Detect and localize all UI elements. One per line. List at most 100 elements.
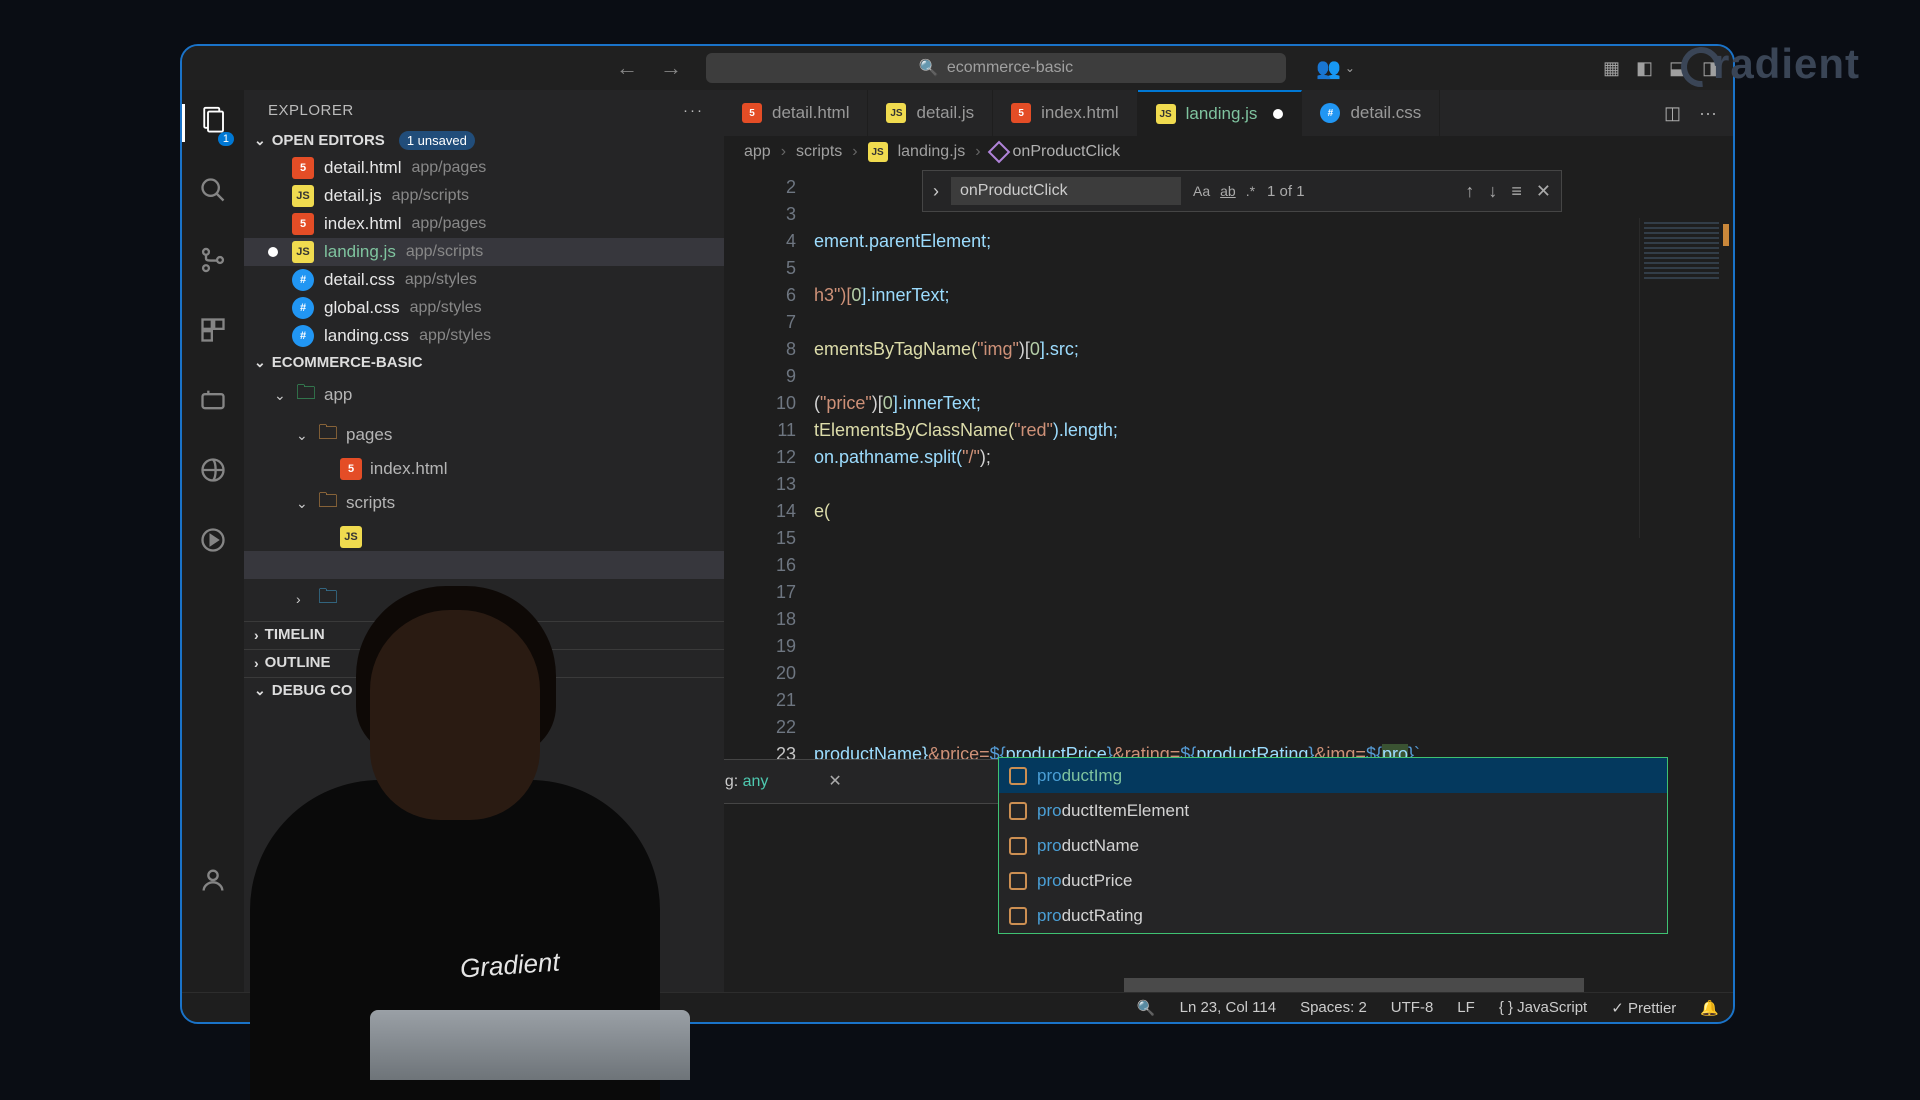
watermark-logo: radient [1681, 40, 1860, 88]
css-icon: # [292, 269, 314, 291]
symbol-variable-icon [1009, 767, 1027, 785]
search-activity-icon[interactable] [199, 176, 227, 212]
suggest-item[interactable]: productName [999, 828, 1667, 863]
tree-folder-pages[interactable]: ⌄🗀pages [244, 415, 724, 455]
bell-icon[interactable]: 🔔 [1700, 999, 1719, 1017]
account-icon[interactable] [199, 866, 227, 902]
main-area: 1 EXPLORER ··· ⌄ OPEN EDITORS 1 unsaved … [182, 90, 1733, 992]
next-match-icon[interactable]: ↓ [1488, 178, 1497, 205]
tab-detail-html[interactable]: 5detail.html [724, 90, 868, 136]
modified-dot-icon [1273, 109, 1283, 119]
suggest-widget[interactable]: productImg productItemElement productNam… [998, 757, 1668, 934]
close-icon[interactable]: ✕ [828, 768, 841, 795]
open-editor-item[interactable]: JSlanding.jsapp/scripts [244, 238, 724, 266]
outline-section[interactable]: ›OUTLINE [244, 650, 724, 675]
symbol-variable-icon [1009, 872, 1027, 890]
chevron-down-icon: ⌄ [254, 354, 266, 371]
close-icon[interactable]: ✕ [1536, 178, 1551, 205]
folder-icon: 🗀 [296, 378, 316, 412]
find-filter-icon[interactable]: ≡ [1511, 178, 1522, 205]
tree-folder-app[interactable]: ⌄🗀app [244, 375, 724, 415]
status-encoding[interactable]: UTF-8 [1391, 999, 1434, 1016]
html-icon: 5 [292, 157, 314, 179]
js-icon: JS [1156, 104, 1176, 124]
activity-bar: 1 [182, 90, 244, 992]
breadcrumb[interactable]: app› scripts› JS landing.js› onProductCl… [724, 136, 1733, 168]
unsaved-badge: 1 unsaved [399, 131, 475, 150]
tab-detail-css[interactable]: #detail.css [1302, 90, 1440, 136]
css-icon: # [292, 325, 314, 347]
vscode-window: ← → 🔍 ecommerce-basic 👥 ⌄ ▦ ◧ ⬓ ◨ 1 [180, 44, 1735, 1024]
symbol-variable-icon [1009, 802, 1027, 820]
chevron-right-icon[interactable]: › [933, 178, 939, 205]
extensions-icon[interactable] [199, 316, 227, 352]
js-icon: JS [886, 103, 906, 123]
tab-landing-js[interactable]: JSlanding.js [1138, 90, 1303, 136]
tab-index-html[interactable]: 5index.html [993, 90, 1137, 136]
js-icon: JS [292, 241, 314, 263]
js-icon: JS [340, 526, 362, 548]
tree-folder-hidden[interactable]: ›🗀 [244, 579, 724, 619]
explorer-icon[interactable]: 1 [198, 104, 228, 142]
activity-icon-5[interactable] [199, 386, 227, 422]
copilot-icon[interactable]: 👥 ⌄ [1316, 56, 1355, 81]
source-control-icon[interactable] [199, 246, 227, 282]
modified-dot-icon [268, 247, 278, 257]
nav-forward-icon[interactable]: → [660, 55, 682, 81]
open-editor-item[interactable]: #global.cssapp/styles [244, 294, 724, 322]
activity-icon-6[interactable] [199, 456, 227, 492]
suggest-item[interactable]: productPrice [999, 863, 1667, 898]
debug-console-section[interactable]: ⌄DEBUG CO [244, 678, 724, 703]
regex-icon[interactable]: .* [1246, 178, 1255, 205]
zoom-icon[interactable]: 🔍 [1137, 999, 1156, 1017]
command-search[interactable]: 🔍 ecommerce-basic [706, 53, 1286, 83]
match-case-icon[interactable]: Aa [1193, 178, 1210, 205]
open-editor-item[interactable]: #landing.cssapp/styles [244, 322, 724, 350]
tree-file-js[interactable]: JS [244, 523, 724, 551]
more-icon[interactable]: ··· [1699, 103, 1717, 124]
symbol-variable-icon [1009, 907, 1027, 925]
find-widget: › Aa ab .* 1 of 1 ↑ ↓ ≡ ✕ [922, 170, 1562, 212]
suggest-item[interactable]: productRating [999, 898, 1667, 933]
status-bar: 🔍 Ln 23, Col 114 Spaces: 2 UTF-8 LF { } … [182, 992, 1733, 1022]
code-editor[interactable]: 234567891011121314151617181920212223 › A… [724, 168, 1733, 978]
find-input[interactable] [951, 177, 1181, 205]
nav-back-icon[interactable]: ← [616, 55, 638, 81]
sidebar: EXPLORER ··· ⌄ OPEN EDITORS 1 unsaved 5d… [244, 90, 724, 992]
symbol-icon [987, 141, 1010, 164]
js-icon: JS [868, 142, 888, 162]
activity-icon-7[interactable] [199, 526, 227, 562]
html-icon: 5 [340, 458, 362, 480]
tree-file-index[interactable]: 5index.html [244, 455, 724, 483]
workspace-section[interactable]: ⌄ ECOMMERCE-BASIC [244, 350, 724, 375]
open-editor-item[interactable]: #detail.cssapp/styles [244, 266, 724, 294]
status-eol[interactable]: LF [1457, 999, 1475, 1016]
html-icon: 5 [292, 213, 314, 235]
match-word-icon[interactable]: ab [1220, 178, 1236, 205]
more-icon[interactable]: ··· [683, 102, 704, 119]
suggest-item[interactable]: productImg [999, 758, 1667, 793]
titlebar: ← → 🔍 ecommerce-basic 👥 ⌄ ▦ ◧ ⬓ ◨ [182, 46, 1733, 90]
tree-file-hidden[interactable] [244, 551, 724, 579]
status-lang[interactable]: { } JavaScript [1499, 999, 1587, 1016]
timeline-section[interactable]: ›TIMELIN [244, 622, 724, 647]
layout-grid-icon[interactable]: ▦ [1603, 58, 1620, 79]
split-editor-icon[interactable]: ◫ [1664, 103, 1681, 124]
status-cursor-pos[interactable]: Ln 23, Col 114 [1180, 999, 1276, 1016]
open-editor-item[interactable]: 5detail.htmlapp/pages [244, 154, 724, 182]
tab-detail-js[interactable]: JSdetail.js [868, 90, 993, 136]
open-editor-item[interactable]: JSdetail.jsapp/scripts [244, 182, 724, 210]
line-gutter: 234567891011121314151617181920212223 [724, 168, 814, 978]
status-formatter[interactable]: ✓ Prettier [1611, 999, 1676, 1017]
tree-folder-scripts[interactable]: ⌄🗀scripts [244, 483, 724, 523]
symbol-variable-icon [1009, 837, 1027, 855]
open-editor-item[interactable]: 5index.htmlapp/pages [244, 210, 724, 238]
minimap[interactable] [1639, 218, 1729, 538]
open-editors-section[interactable]: ⌄ OPEN EDITORS 1 unsaved [244, 127, 724, 154]
suggest-item[interactable]: productItemElement [999, 793, 1667, 828]
status-indent[interactable]: Spaces: 2 [1300, 999, 1367, 1016]
horizontal-scrollbar[interactable] [724, 978, 1733, 992]
prev-match-icon[interactable]: ↑ [1465, 178, 1474, 205]
panel-left-icon[interactable]: ◧ [1636, 58, 1653, 79]
code-content[interactable]: › Aa ab .* 1 of 1 ↑ ↓ ≡ ✕ [814, 168, 1733, 978]
